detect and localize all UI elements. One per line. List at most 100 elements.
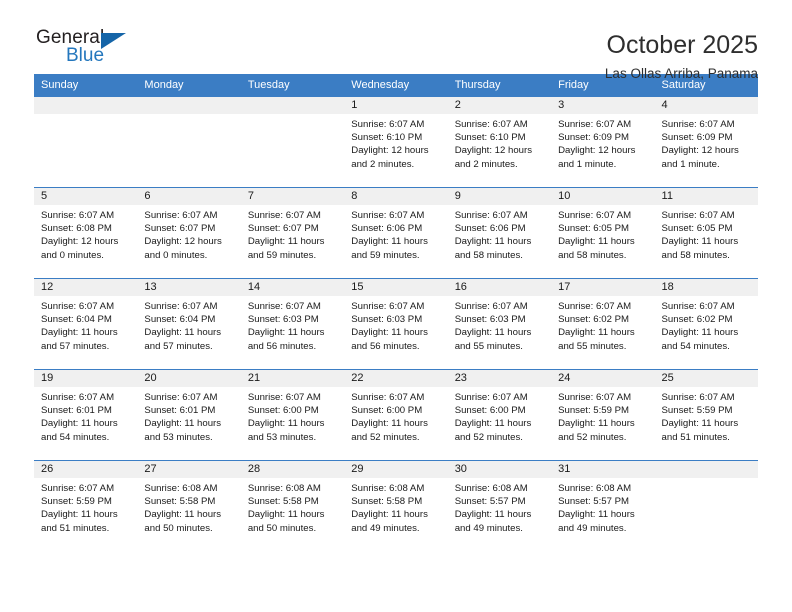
day-details: Sunrise: 6:07 AM Sunset: 6:06 PM Daylight:…: [448, 205, 551, 262]
calendar-day-cell[interactable]: 6 Sunrise: 6:07 AM Sunset: 6:07 PM Daylight…: [137, 187, 241, 279]
day-details: Sunrise: 6:07 AM Sunset: 5:59 PM Daylight:…: [34, 478, 137, 535]
calendar-day-cell[interactable]: 19 Sunrise: 6:07 AM Sunset: 6:01 PM Dayligh…: [34, 369, 138, 461]
calendar-day-cell[interactable]: 20 Sunrise: 6:07 AM Sunset: 6:01 PM Dayligh…: [137, 369, 241, 461]
sunrise-text: Sunrise: 6:07 AM: [247, 392, 321, 403]
day-details: Sunrise: 6:07 AM Sunset: 6:00 PM Daylight:…: [448, 387, 551, 444]
sunset-text: Sunset: 6:03 PM: [454, 314, 526, 326]
calendar-week-row: 5 Sunrise: 6:07 AM Sunset: 6:08 PM Daylight…: [34, 187, 758, 279]
generalblue-logo[interactable]: General Blue: [34, 28, 146, 74]
day-details: Sunrise: 6:07 AM Sunset: 6:04 PM Daylight:…: [137, 296, 240, 353]
daylight-text-line2: and 52 minutes.: [558, 431, 627, 443]
daylight-text-line2: and 51 minutes.: [661, 431, 730, 443]
calendar-day-cell[interactable]: 30 Sunrise: 6:08 AM Sunset: 5:57 PM Dayligh…: [447, 460, 552, 551]
day-details: Sunrise: 6:07 AM Sunset: 6:05 PM Daylight:…: [655, 205, 758, 262]
calendar-day-cell[interactable]: 11 Sunrise: 6:07 AM Sunset: 6:05 PM Dayligh…: [654, 187, 758, 279]
day-number: 22: [344, 370, 448, 387]
daylight-text-line2: and 2 minutes.: [351, 158, 415, 170]
day-details: Sunrise: 6:07 AM Sunset: 6:02 PM Daylight:…: [655, 296, 758, 353]
daylight-text-line1: Daylight: 11 hours: [41, 327, 118, 339]
calendar-day-cell[interactable]: 10 Sunrise: 6:07 AM Sunset: 6:05 PM Dayligh…: [551, 187, 655, 279]
calendar-day-cell[interactable]: 2 Sunrise: 6:07 AM Sunset: 6:10 PM Daylight…: [447, 96, 552, 188]
calendar-day-cell[interactable]: 18 Sunrise: 6:07 AM Sunset: 6:02 PM Dayligh…: [654, 278, 758, 370]
sunset-text: Sunset: 5:59 PM: [41, 496, 112, 508]
calendar-day-cell[interactable]: 22 Sunrise: 6:07 AM Sunset: 6:00 PM Dayligh…: [344, 369, 448, 461]
day-number: 30: [447, 461, 552, 478]
sunset-text: Sunset: 6:06 PM: [454, 223, 526, 235]
daylight-text-line2: and 52 minutes.: [454, 431, 523, 443]
calendar-day-cell[interactable]: 17 Sunrise: 6:07 AM Sunset: 6:02 PM Dayligh…: [551, 278, 655, 370]
calendar-day-cell[interactable]: 12 Sunrise: 6:07 AM Sunset: 6:04 PM Dayligh…: [34, 278, 138, 370]
sunset-text: Sunset: 6:01 PM: [41, 405, 112, 417]
weekday-header-monday: Monday: [137, 74, 241, 97]
sunrise-text: Sunrise: 6:07 AM: [351, 392, 425, 403]
sunset-text: Sunset: 6:05 PM: [558, 223, 630, 235]
calendar-day-cell[interactable]: 14 Sunrise: 6:07 AM Sunset: 6:03 PM Dayligh…: [240, 278, 345, 370]
calendar-day-cell[interactable]: 16 Sunrise: 6:07 AM Sunset: 6:03 PM Dayligh…: [447, 278, 552, 370]
calendar-day-cell[interactable]: 13 Sunrise: 6:07 AM Sunset: 6:04 PM Dayligh…: [137, 278, 241, 370]
day-number: 8: [344, 188, 448, 205]
calendar-day-cell[interactable]: 9 Sunrise: 6:07 AM Sunset: 6:06 PM Daylight…: [447, 187, 552, 279]
day-details: Sunrise: 6:07 AM Sunset: 6:07 PM Daylight:…: [241, 205, 344, 262]
daylight-text-line1: Daylight: 12 hours: [351, 145, 429, 157]
day-number: 11: [654, 188, 758, 205]
daylight-text-line1: Daylight: 11 hours: [558, 236, 635, 248]
day-details: Sunrise: 6:07 AM Sunset: 6:07 PM Daylight:…: [137, 205, 240, 262]
calendar-day-cell-empty: [654, 460, 758, 551]
day-number: 10: [551, 188, 655, 205]
calendar-day-cell[interactable]: 1 Sunrise: 6:07 AM Sunset: 6:10 PM Daylight…: [344, 96, 448, 188]
day-number: 28: [240, 461, 345, 478]
calendar-week-row: 26 Sunrise: 6:07 AM Sunset: 5:59 PM Dayligh…: [34, 460, 758, 551]
daylight-text-line2: and 54 minutes.: [41, 431, 110, 443]
sunset-text: Sunset: 6:09 PM: [661, 132, 733, 144]
calendar-day-cell-empty: [34, 96, 138, 188]
day-number: 31: [551, 461, 655, 478]
calendar-day-cell[interactable]: 29 Sunrise: 6:08 AM Sunset: 5:58 PM Dayligh…: [344, 460, 448, 551]
daylight-text-line2: and 58 minutes.: [454, 249, 523, 261]
daylight-text-line1: Daylight: 11 hours: [144, 418, 222, 430]
daylight-text-line2: and 57 minutes.: [41, 340, 110, 352]
calendar-day-cell[interactable]: 5 Sunrise: 6:07 AM Sunset: 6:08 PM Daylight…: [34, 187, 138, 279]
calendar-day-cell[interactable]: 24 Sunrise: 6:07 AM Sunset: 5:59 PM Dayligh…: [551, 369, 655, 461]
day-number: 4: [654, 97, 758, 114]
day-details: Sunrise: 6:07 AM Sunset: 6:09 PM Daylight:…: [551, 114, 654, 171]
daylight-text-line2: and 54 minutes.: [661, 340, 730, 352]
page-header: General Blue October 2025 Las Ollas Arri…: [34, 0, 758, 82]
daylight-text-line1: Daylight: 11 hours: [454, 418, 532, 430]
sunrise-text: Sunrise: 6:07 AM: [558, 210, 632, 221]
day-number: 17: [551, 279, 655, 296]
calendar-day-cell[interactable]: 23 Sunrise: 6:07 AM Sunset: 6:00 PM Dayligh…: [447, 369, 552, 461]
daylight-text-line2: and 56 minutes.: [351, 340, 420, 352]
sunset-text: Sunset: 5:57 PM: [454, 496, 526, 508]
calendar-day-cell[interactable]: 26 Sunrise: 6:07 AM Sunset: 5:59 PM Dayligh…: [34, 460, 138, 551]
daylight-text-line2: and 55 minutes.: [454, 340, 523, 352]
daylight-text-line1: Daylight: 12 hours: [144, 236, 222, 248]
day-details: Sunrise: 6:07 AM Sunset: 6:00 PM Daylight:…: [241, 387, 344, 444]
sunset-text: Sunset: 6:03 PM: [247, 314, 319, 326]
daylight-text-line1: Daylight: 11 hours: [247, 236, 325, 248]
calendar-day-cell[interactable]: 3 Sunrise: 6:07 AM Sunset: 6:09 PM Daylight…: [551, 96, 655, 188]
sunrise-text: Sunrise: 6:07 AM: [558, 301, 632, 312]
day-details: Sunrise: 6:07 AM Sunset: 6:05 PM Daylight:…: [551, 205, 654, 262]
logo-text-blue: Blue: [66, 45, 105, 66]
calendar-day-cell[interactable]: 28 Sunrise: 6:08 AM Sunset: 5:58 PM Dayligh…: [240, 460, 345, 551]
calendar-week-row: 1 Sunrise: 6:07 AM Sunset: 6:10 PM Daylight…: [34, 96, 758, 188]
sunrise-text: Sunrise: 6:07 AM: [247, 301, 321, 312]
calendar-day-cell[interactable]: 8 Sunrise: 6:07 AM Sunset: 6:06 PM Daylight…: [344, 187, 448, 279]
calendar-day-cell[interactable]: 7 Sunrise: 6:07 AM Sunset: 6:07 PM Daylight…: [240, 187, 345, 279]
daylight-text-line2: and 1 minute.: [661, 158, 720, 170]
calendar-day-cell[interactable]: 4 Sunrise: 6:07 AM Sunset: 6:09 PM Daylight…: [654, 96, 758, 188]
sunrise-text: Sunrise: 6:08 AM: [558, 483, 632, 494]
calendar-day-cell[interactable]: 21 Sunrise: 6:07 AM Sunset: 6:00 PM Dayligh…: [240, 369, 345, 461]
day-details: Sunrise: 6:07 AM Sunset: 6:09 PM Daylight:…: [655, 114, 758, 171]
calendar-day-cell[interactable]: 15 Sunrise: 6:07 AM Sunset: 6:03 PM Dayligh…: [344, 278, 448, 370]
daylight-text-line2: and 2 minutes.: [454, 158, 518, 170]
daylight-text-line2: and 59 minutes.: [247, 249, 317, 261]
sunrise-text: Sunrise: 6:07 AM: [144, 210, 218, 221]
day-number: 21: [240, 370, 345, 387]
calendar-week-row: 19 Sunrise: 6:07 AM Sunset: 6:01 PM Dayligh…: [34, 369, 758, 461]
day-details: Sunrise: 6:08 AM Sunset: 5:57 PM Daylight:…: [448, 478, 551, 535]
calendar-day-cell[interactable]: 31 Sunrise: 6:08 AM Sunset: 5:57 PM Dayligh…: [551, 460, 655, 551]
calendar-day-cell[interactable]: 27 Sunrise: 6:08 AM Sunset: 5:58 PM Dayligh…: [137, 460, 241, 551]
calendar-page: General Blue October 2025 Las Ollas Arri…: [0, 0, 792, 612]
calendar-day-cell[interactable]: 25 Sunrise: 6:07 AM Sunset: 5:59 PM Dayligh…: [654, 369, 758, 461]
